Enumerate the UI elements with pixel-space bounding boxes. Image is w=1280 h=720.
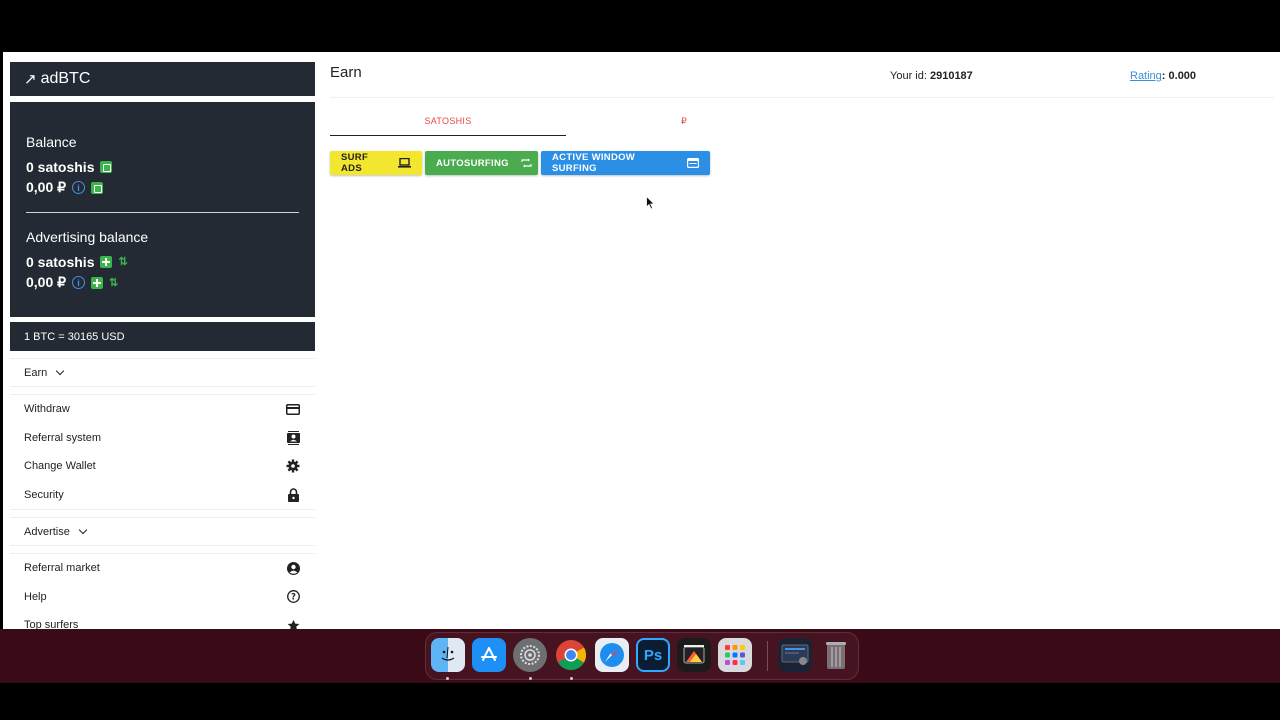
surf-ads-button[interactable]: SURF ADS [330, 151, 422, 175]
browser-page: ↗ adBTC Balance 0 satoshis 0,00 ₽ i Adve… [3, 52, 1280, 629]
rating-value: : 0.000 [1161, 70, 1197, 82]
btc-rate: 1 BTC = 30165 USD [10, 322, 315, 351]
menu-earn-toggle[interactable]: Earn [10, 358, 315, 387]
advertising-satoshis-value: 0 satoshis [26, 253, 95, 270]
menu-group-misc: Referral market Help ? Top surfers [10, 553, 315, 629]
balance-satoshis-value: 0 satoshis [26, 158, 95, 175]
sidebar-item-label: Security [24, 488, 64, 501]
repeat-icon [521, 158, 532, 168]
sidebar-item-help[interactable]: Help ? [10, 583, 315, 612]
running-indicator [529, 677, 532, 680]
window-icon [687, 158, 699, 168]
sidebar-item-label: Top surfers [24, 619, 79, 629]
laptop-icon [398, 158, 411, 168]
autosurfing-button[interactable]: AUTOSURFING [425, 151, 538, 175]
user-id-value: 2910187 [929, 70, 973, 82]
arrow-up-right-icon: ↗ [24, 71, 37, 88]
running-indicator [446, 677, 449, 680]
sidebar-item-label: Referral market [24, 562, 100, 575]
logo-text: adBTC [40, 70, 91, 87]
photoshop-icon[interactable]: Ps [636, 638, 670, 672]
currency-tabs: SATOSHIS ₽ [330, 106, 1040, 136]
star-icon [286, 618, 300, 629]
balance-satoshis: 0 satoshis [26, 156, 299, 177]
chrome-icon[interactable] [554, 638, 588, 672]
final-cut-icon[interactable] [677, 638, 711, 672]
sidebar-item-label: Change Wallet [24, 460, 96, 473]
balance-rub-value: 0,00 ₽ [26, 179, 67, 195]
mouse-cursor-icon [646, 195, 656, 215]
menu-advertise-toggle[interactable]: Advertise [10, 517, 315, 546]
surf-ads-label: SURF ADS [341, 152, 369, 174]
sidebar-item-referral-market[interactable]: Referral market [10, 554, 315, 583]
active-window-surfing-button[interactable]: ACTIVE WINDOW SURFING [541, 151, 710, 175]
sidebar-item-referral-system[interactable]: Referral system [10, 424, 315, 453]
balance-rub: 0,00 ₽ i [26, 177, 299, 198]
user-id: Your id: 2910187 [890, 70, 973, 82]
system-settings-icon[interactable] [513, 638, 547, 672]
sidebar-item-top-surfers[interactable]: Top surfers [10, 611, 315, 629]
balance-heading: Balance [26, 134, 77, 150]
divider [26, 212, 299, 213]
advertising-rub-value: 0,00 ₽ [26, 274, 67, 290]
add-icon[interactable] [91, 276, 104, 289]
advertising-rub: 0,00 ₽ i ⇅ [26, 272, 299, 293]
page-title: Earn [330, 64, 362, 81]
chevron-down-icon [78, 525, 88, 535]
surf-mode-buttons: SURF ADS AUTOSURFING ACTIVE WINDOW SURFI… [330, 151, 710, 175]
contacts-icon [286, 430, 300, 445]
autosurfing-label: AUTOSURFING [436, 157, 509, 169]
chevron-down-icon [56, 366, 65, 376]
advertising-balance-heading: Advertising balance [26, 229, 149, 245]
desktop-dock-area: Ps [0, 629, 1280, 683]
svg-text:?: ? [291, 593, 296, 603]
wallet-icon[interactable] [100, 160, 113, 173]
balance-card: Balance 0 satoshis 0,00 ₽ i Advertising … [10, 102, 315, 317]
logo-bar[interactable]: ↗ adBTC [10, 62, 315, 96]
top-bar: Earn Your id: 2910187 Rating: 0.000 [330, 52, 1274, 98]
sidebar-item-change-wallet[interactable]: Change Wallet [10, 452, 315, 481]
user-id-label: Your id: [890, 70, 927, 82]
tab-satoshis[interactable]: SATOSHIS [330, 106, 566, 136]
credit-card-icon [286, 402, 300, 416]
help-icon: ? [286, 590, 300, 604]
trash-icon[interactable] [819, 638, 853, 672]
active-window-surfing-label: ACTIVE WINDOW SURFING [552, 152, 636, 174]
sidebar-item-label: Withdraw [24, 403, 70, 416]
rating: Rating: 0.000 [1130, 70, 1196, 82]
sidebar-item-label: Referral system [24, 431, 102, 444]
finder-icon[interactable] [431, 638, 465, 672]
gear-icon [286, 459, 300, 473]
sidebar-item-withdraw[interactable]: Withdraw [10, 395, 315, 424]
info-icon[interactable]: i [72, 181, 86, 194]
running-indicator [570, 677, 573, 680]
main-content: Earn Your id: 2910187 Rating: 0.000 SATO… [330, 52, 1274, 629]
menu-group-account: Withdraw Referral system Change Wallet S… [10, 394, 315, 510]
menu-advertise-label: Advertise [24, 525, 70, 538]
add-icon[interactable] [100, 255, 113, 268]
rating-link[interactable]: Rating [1130, 70, 1162, 82]
user-circle-icon [286, 561, 300, 575]
screen-recorder-icon[interactable] [778, 638, 812, 672]
app-store-icon[interactable] [472, 638, 506, 672]
tab-rub[interactable]: ₽ [566, 106, 802, 136]
lock-icon [286, 488, 300, 502]
menu-earn-label: Earn [24, 366, 48, 379]
dock-separator [767, 641, 768, 671]
wallet-icon[interactable] [91, 181, 104, 194]
sidebar: ↗ adBTC Balance 0 satoshis 0,00 ₽ i Adve… [10, 62, 315, 629]
advertising-satoshis: 0 satoshis ⇅ [26, 251, 299, 272]
info-icon[interactable]: i [72, 276, 86, 289]
swap-icon[interactable]: ⇅ [118, 255, 127, 268]
safari-icon[interactable] [595, 638, 629, 672]
swap-icon[interactable]: ⇅ [109, 276, 118, 289]
dock: Ps [425, 632, 859, 680]
launchpad-icon[interactable] [718, 638, 752, 672]
sidebar-item-label: Help [24, 590, 47, 603]
sidebar-item-security[interactable]: Security [10, 481, 315, 510]
